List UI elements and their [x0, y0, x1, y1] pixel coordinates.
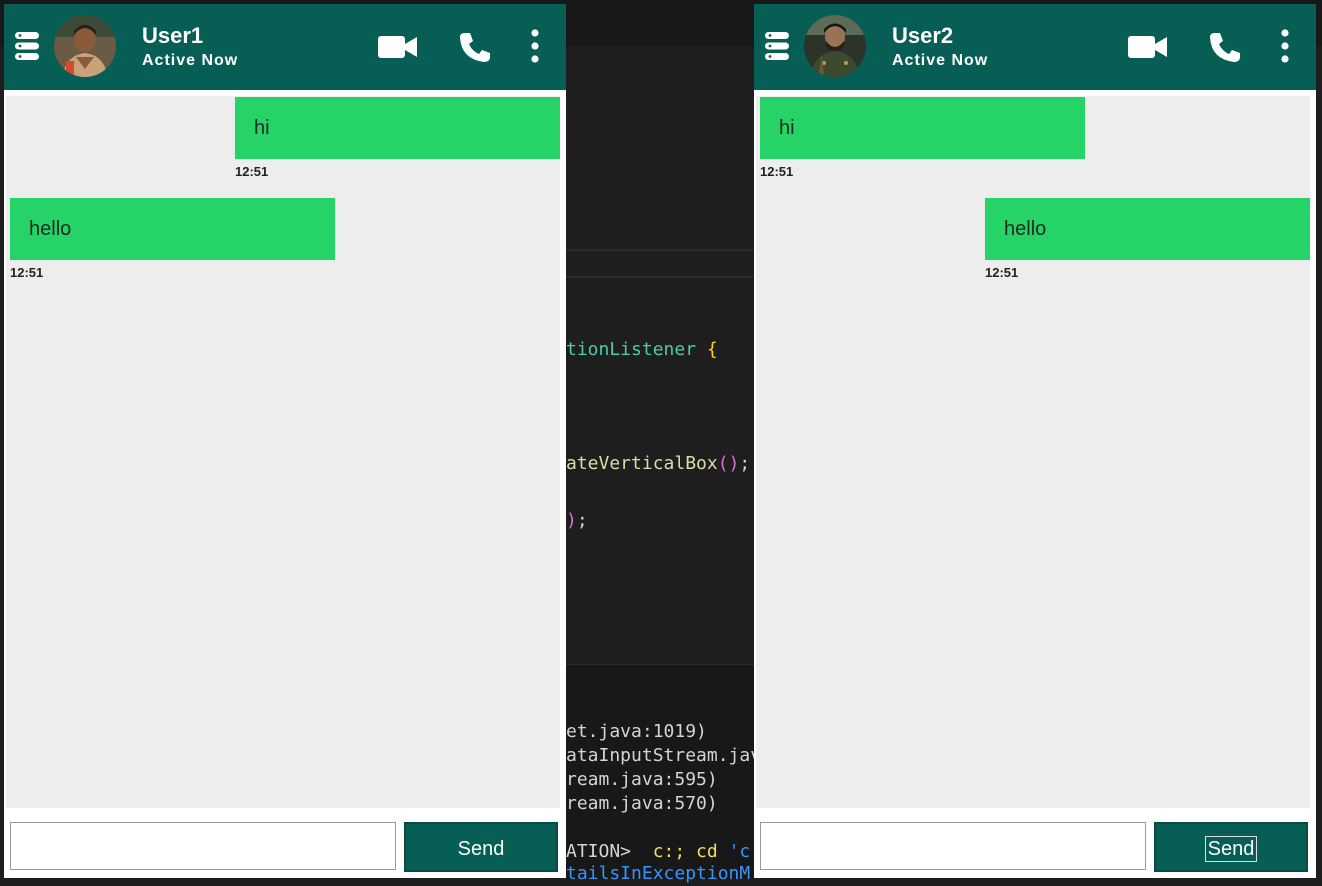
- user-status: Active Now: [892, 52, 989, 69]
- message-time: 12:51: [235, 164, 269, 179]
- message-bubble-sent: hello: [985, 198, 1310, 260]
- video-icon[interactable]: [378, 34, 418, 60]
- user-name: User2: [892, 23, 954, 48]
- code-line: );: [566, 510, 588, 531]
- message-bubble-received: hello: [10, 198, 335, 260]
- more-icon[interactable]: [528, 28, 542, 64]
- message-bubble-sent: hi: [235, 97, 560, 159]
- message-input[interactable]: [10, 822, 396, 870]
- send-button-label: Send: [457, 838, 505, 860]
- code-line: ateVerticalBox();: [566, 453, 751, 474]
- chat-header: User1 Active Now: [4, 4, 566, 90]
- chat-window-user1: User1 Active Now hi 12:51 hello 12:51 Se…: [4, 4, 566, 878]
- video-icon[interactable]: [1128, 34, 1168, 60]
- send-button[interactable]: Send: [404, 822, 558, 872]
- phone-icon[interactable]: [1208, 31, 1242, 63]
- editor-divider: [566, 276, 754, 278]
- message-time: 12:51: [10, 265, 44, 280]
- message-time: 12:51: [985, 265, 1019, 280]
- menu-icon[interactable]: [14, 30, 40, 62]
- chat-header: User2 Active Now: [754, 4, 1316, 90]
- terminal-line: ataInputStream.jav: [566, 745, 762, 766]
- send-button[interactable]: Send: [1154, 822, 1308, 872]
- chat-window-user2: User2 Active Now hi 12:51 hello 12:51 Se…: [754, 4, 1316, 878]
- user-name: User1: [142, 23, 204, 48]
- menu-icon[interactable]: [764, 30, 790, 62]
- message-bubble-received: hi: [760, 97, 1085, 159]
- message-list: hi 12:51 hello 12:51: [756, 96, 1310, 808]
- terminal-prompt: ATION> c:; cd 'c:: [566, 841, 762, 862]
- user-status: Active Now: [142, 52, 239, 69]
- more-icon[interactable]: [1278, 28, 1292, 64]
- terminal-line: ream.java:595): [566, 769, 718, 790]
- code-line: tionListener {: [566, 339, 718, 360]
- avatar[interactable]: [804, 15, 866, 77]
- terminal-line: et.java:1019): [566, 721, 707, 742]
- message-time: 12:51: [760, 164, 794, 179]
- message-list: hi 12:51 hello 12:51: [6, 96, 560, 808]
- terminal-line: tailsInExceptionM: [566, 863, 751, 884]
- editor-divider: [566, 249, 754, 251]
- message-input[interactable]: [760, 822, 1146, 870]
- send-button-label: Send: [1204, 836, 1258, 862]
- phone-icon[interactable]: [458, 31, 492, 63]
- terminal-line: ream.java:570): [566, 793, 718, 814]
- avatar[interactable]: [54, 15, 116, 77]
